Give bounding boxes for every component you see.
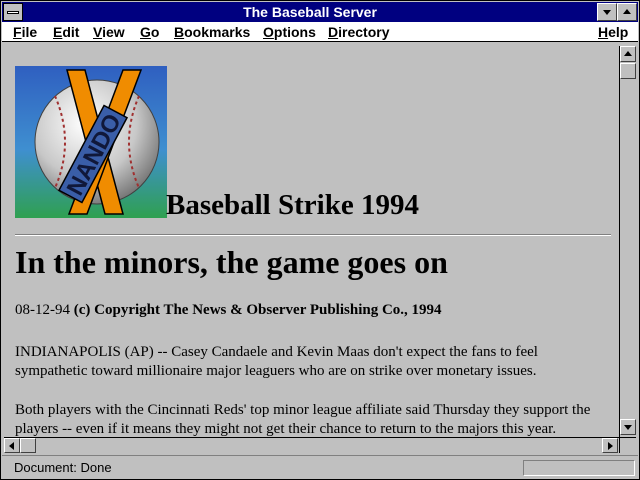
arrow-down-icon	[624, 425, 632, 430]
minimize-button[interactable]	[597, 3, 617, 21]
scrollbar-corner	[619, 437, 636, 453]
menu-go[interactable]: Go	[140, 24, 159, 40]
title-bar: The Baseball Server	[2, 2, 638, 22]
scroll-right-button[interactable]	[602, 438, 618, 453]
window-title: The Baseball Server	[243, 4, 377, 20]
article-headline: In the minors, the game goes on	[15, 244, 448, 280]
menu-help[interactable]: Help	[598, 24, 628, 40]
arrow-right-icon	[608, 442, 613, 450]
vertical-scrollbar[interactable]	[619, 46, 636, 437]
copyright-notice: (c) Copyright The News & Observer Publis…	[73, 302, 442, 318]
status-text: Document: Done	[14, 460, 112, 475]
dateline: 08-12-94 (c) Copyright The News & Observ…	[15, 302, 442, 319]
menu-directory[interactable]: Directory	[328, 24, 389, 40]
menu-options[interactable]: Options	[263, 24, 316, 40]
scroll-left-button[interactable]	[4, 438, 20, 453]
arrow-left-icon	[9, 442, 14, 450]
nando-logo: NANDO X	[15, 66, 167, 218]
progress-indicator	[523, 460, 635, 476]
menu-bar: File Edit View Go Bookmarks Options Dire…	[2, 22, 638, 42]
horizontal-scrollbar[interactable]	[4, 437, 619, 453]
section-title: Baseball Strike 1994	[166, 189, 419, 221]
article-date: 08-12-94	[15, 302, 70, 318]
maximize-arrow-icon	[623, 9, 631, 14]
page-content: NANDO X Baseball Strike 1994 In the mino…	[4, 46, 618, 437]
horizontal-scroll-thumb[interactable]	[20, 438, 36, 453]
menu-view[interactable]: View	[93, 24, 125, 40]
horizontal-rule	[15, 234, 611, 236]
vertical-scroll-thumb[interactable]	[620, 63, 636, 79]
article-paragraph-2: Both players with the Cincinnati Reds' t…	[15, 402, 591, 437]
menu-file[interactable]: File	[13, 24, 37, 40]
scroll-down-button[interactable]	[620, 419, 636, 435]
status-bar: Document: Done	[2, 455, 638, 479]
system-menu-icon	[7, 11, 19, 14]
menu-bookmarks[interactable]: Bookmarks	[174, 24, 250, 40]
article-paragraph-1: INDIANAPOLIS (AP) -- Casey Candaele and …	[15, 344, 538, 379]
scroll-up-button[interactable]	[620, 46, 636, 62]
menu-edit[interactable]: Edit	[53, 24, 79, 40]
arrow-up-icon	[624, 51, 632, 56]
maximize-button[interactable]	[617, 3, 637, 21]
browser-window: The Baseball Server File Edit View Go Bo…	[0, 0, 640, 480]
minimize-arrow-icon	[603, 10, 611, 15]
system-menu-button[interactable]	[3, 3, 23, 21]
